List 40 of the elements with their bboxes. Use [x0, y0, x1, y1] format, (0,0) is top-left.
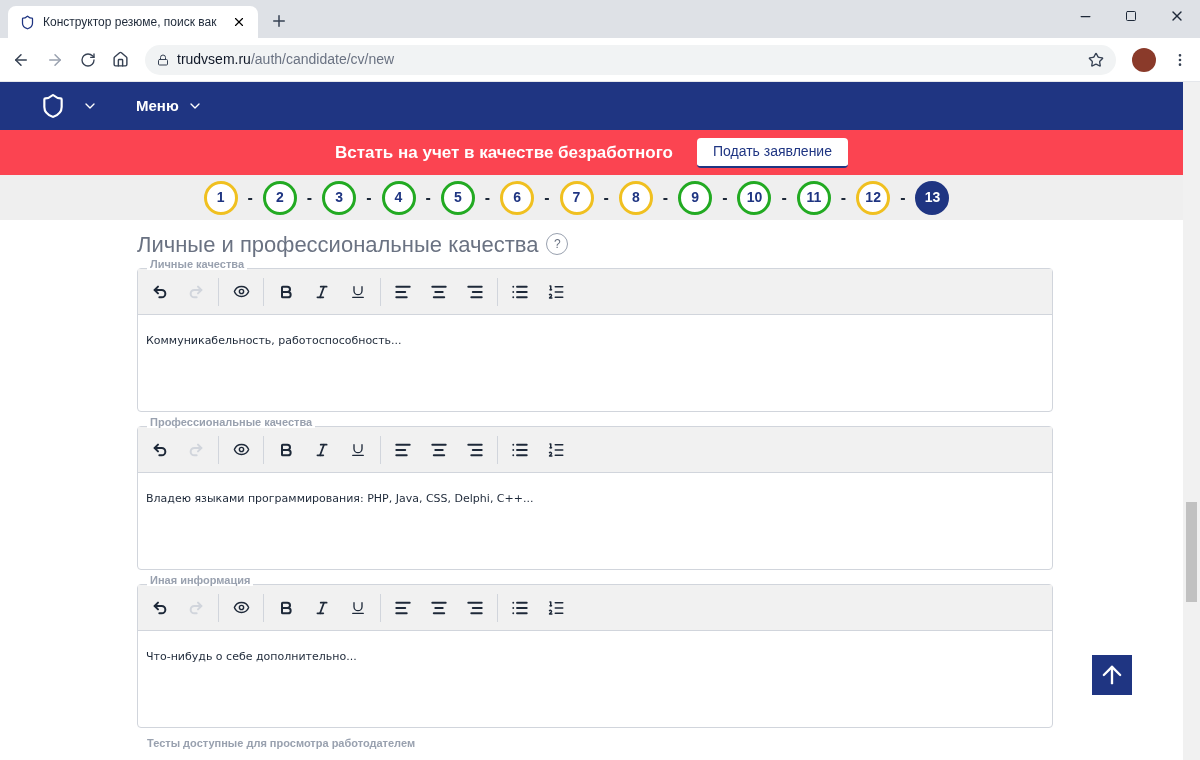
tab-title: Конструктор резюме, поиск вак: [43, 14, 218, 31]
new-tab-icon[interactable]: [270, 12, 288, 30]
field-legend: Иная информация: [147, 575, 254, 586]
emblem-icon: [20, 14, 35, 30]
emblem-icon[interactable]: [40, 93, 66, 119]
step-separator: -: [603, 187, 609, 208]
step-separator: -: [662, 187, 669, 208]
address-bar[interactable]: trudvsem.ru/auth/candidate/cv/new: [145, 44, 1116, 75]
star-icon[interactable]: [1088, 51, 1104, 68]
editor-placeholder: Что-нибудь о себе дополнительно...: [146, 650, 357, 663]
step-separator: -: [366, 187, 372, 208]
step-separator: -: [722, 187, 728, 208]
step-separator: -: [840, 187, 847, 208]
home-icon[interactable]: [112, 51, 129, 68]
field-legend: Профессиональные качества: [147, 417, 316, 428]
banner-text: Встать на учет в качестве безработного: [335, 141, 673, 164]
rich-text-editor[interactable]: Коммуникабельность, работоспособность...: [137, 268, 1053, 412]
step-separator: -: [306, 187, 313, 208]
scroll-top-button[interactable]: [1092, 655, 1132, 695]
section-title: Личные и профессиональные качества: [137, 230, 539, 259]
url-path: /auth/candidate/cv/new: [250, 51, 395, 67]
step-separator: -: [781, 187, 787, 208]
step-separator: -: [544, 187, 550, 208]
editor-placeholder: Владею языками программирования: PHP, Java, CSS, Delphi, C++...: [146, 492, 534, 505]
step-separator: -: [425, 187, 431, 208]
scrollbar[interactable]: [1183, 82, 1200, 760]
step-separator: -: [247, 187, 253, 208]
browser-tab[interactable]: Конструктор резюме, поиск вак: [8, 6, 258, 38]
reload-icon[interactable]: [80, 51, 96, 68]
close-icon[interactable]: [232, 15, 246, 29]
field-legend: Тесты доступные для просмотра работодателем: [147, 738, 1053, 749]
step-separator: -: [900, 187, 906, 208]
lock-icon: [157, 53, 169, 66]
field-legend: Личные качества: [147, 259, 248, 270]
editor-placeholder: Коммуникабельность, работоспособность...: [146, 334, 402, 347]
menu-button[interactable]: Меню: [136, 94, 179, 118]
apply-button[interactable]: Подать заявление: [697, 137, 848, 168]
step-separator: -: [484, 187, 491, 208]
url-host: trudvsem.ru: [177, 51, 251, 67]
avatar[interactable]: [1132, 47, 1156, 72]
